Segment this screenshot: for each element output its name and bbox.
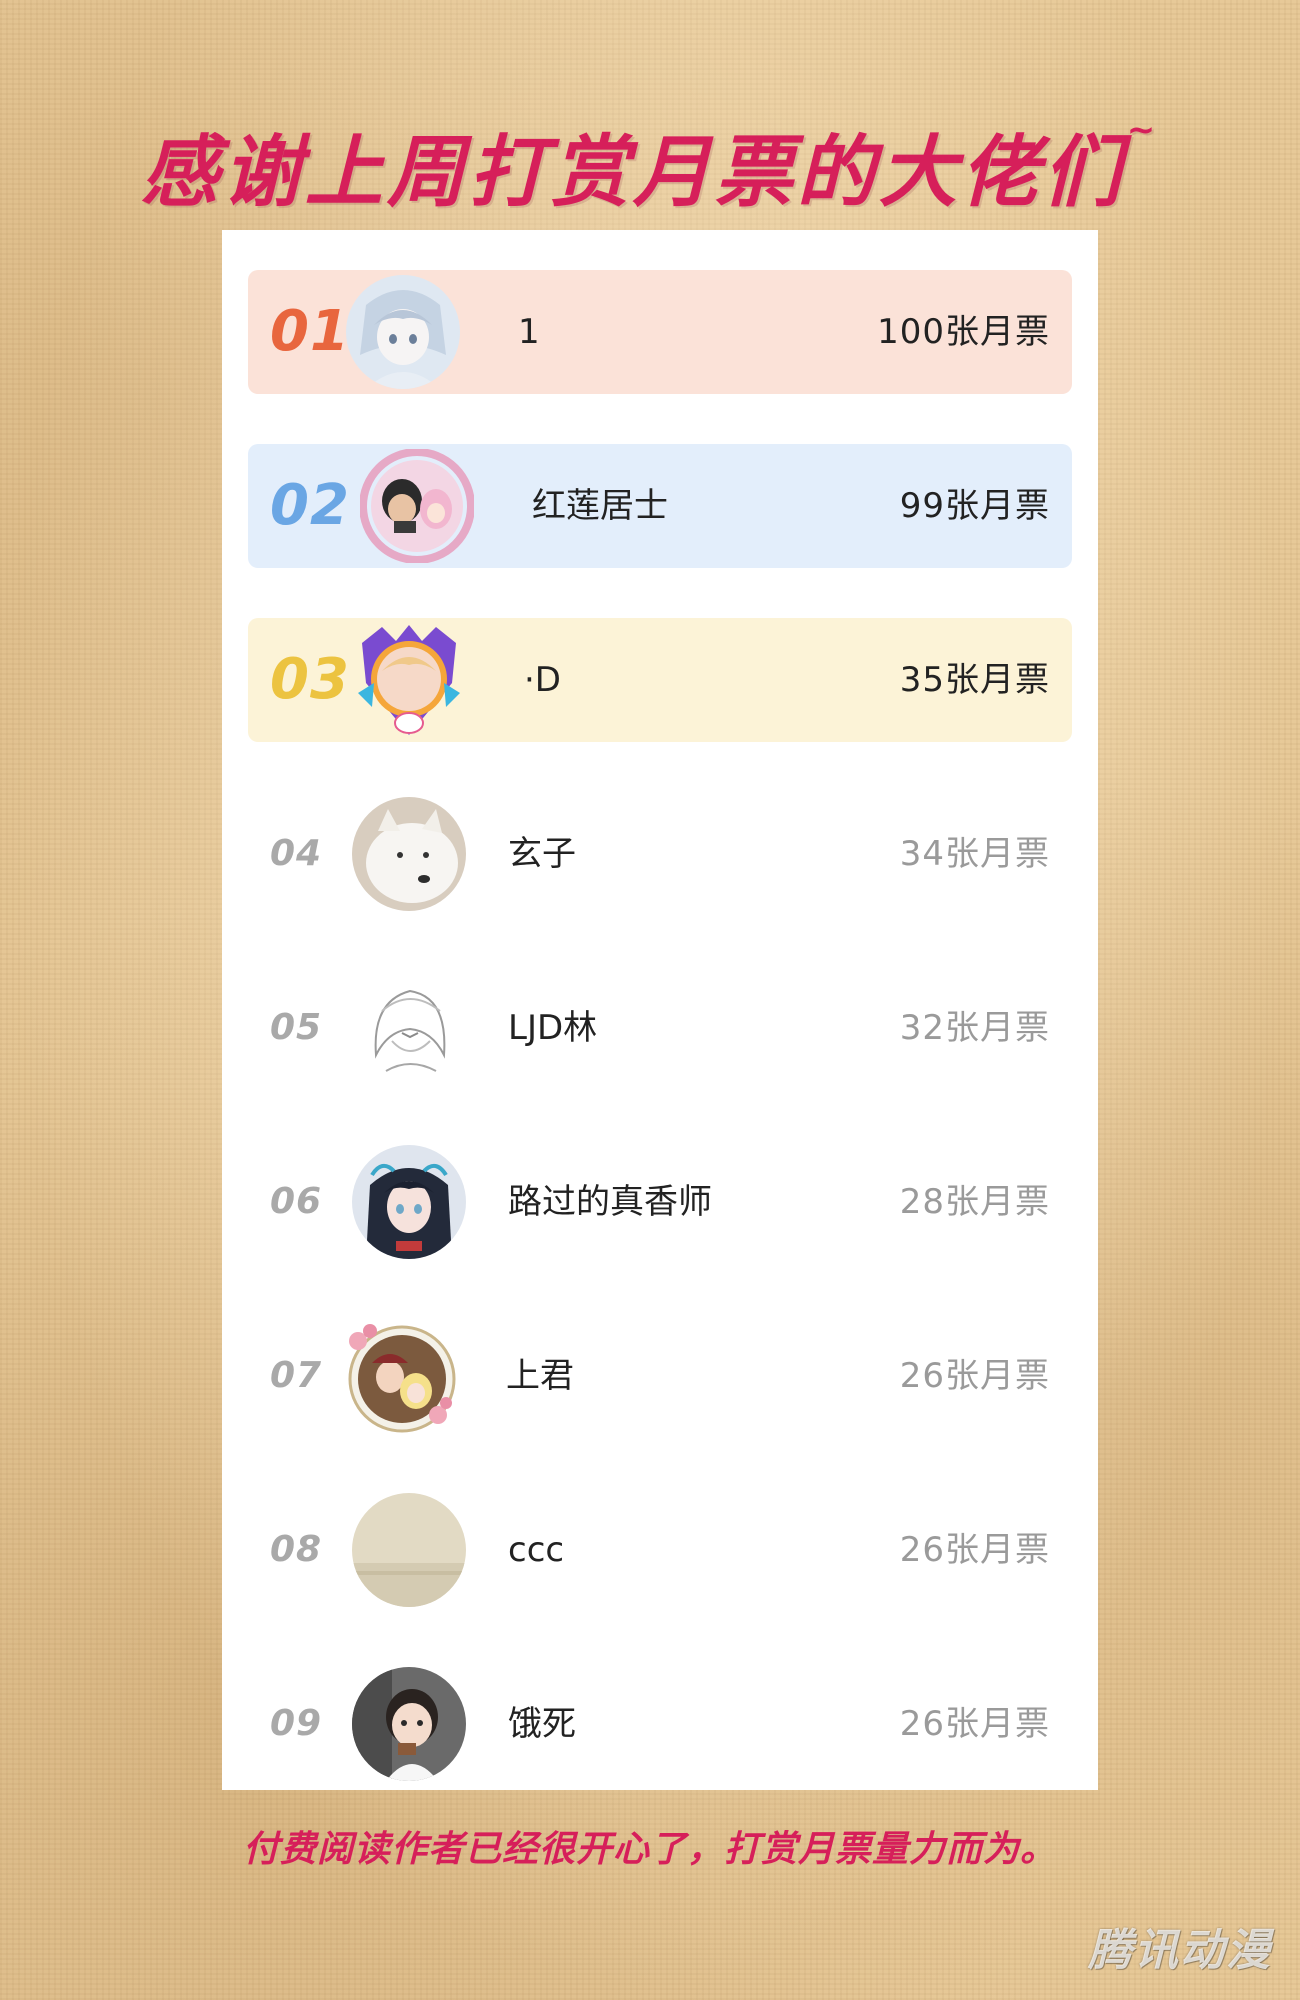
- username: 玄子: [508, 834, 576, 874]
- username: 上君: [506, 1356, 574, 1396]
- vote-count: 26张月票: [899, 1704, 1050, 1744]
- sketch-anime-avatar[interactable]: [352, 971, 466, 1085]
- username: 饿死: [508, 1704, 576, 1744]
- vote-count: 26张月票: [899, 1356, 1050, 1396]
- white-dog-avatar[interactable]: [352, 797, 466, 911]
- rank-number: 04: [270, 833, 323, 874]
- leaderboard-row[interactable]: 07 上君 26张月票: [248, 1314, 1072, 1438]
- vote-count: 100张月票: [877, 312, 1050, 352]
- couple-dragon-frame-avatar[interactable]: [360, 449, 474, 563]
- rank-number: 09: [270, 1703, 323, 1744]
- username: 红莲居士: [532, 486, 668, 526]
- title-tilde: ~: [1126, 110, 1160, 150]
- flower-frame-avatar[interactable]: [342, 1319, 456, 1433]
- rank-number: 07: [270, 1355, 323, 1396]
- leaderboard-row[interactable]: 04 玄子 34张月票: [248, 792, 1072, 916]
- purple-crest-frame-avatar[interactable]: [352, 623, 466, 737]
- page-title: 感谢上周打赏月票的大佬们~: [0, 110, 1300, 222]
- leaderboard-row[interactable]: 06 路过的真香师 28张月票: [248, 1140, 1072, 1264]
- rank-number: 06: [270, 1181, 323, 1222]
- title-text: 感谢上周打赏月票的大佬们: [140, 128, 1125, 218]
- watermark-logo: 腾讯动漫: [1088, 1925, 1272, 1976]
- vote-count: 35张月票: [899, 660, 1050, 700]
- vote-count: 32张月票: [899, 1008, 1050, 1048]
- beige-plain-avatar[interactable]: [352, 1493, 466, 1607]
- username: 1: [518, 312, 540, 352]
- rank-number: 08: [270, 1529, 323, 1570]
- leaderboard-row[interactable]: 02 红莲居士 99张月票: [248, 444, 1072, 568]
- leaderboard-card: 01 1 100张月票 02 红莲居士 99张月票 03 ·D 35张月票 04…: [222, 230, 1098, 1790]
- rank-number: 01: [270, 299, 350, 364]
- leaderboard-row[interactable]: 05 LJD林 32张月票: [248, 966, 1072, 1090]
- username: ·D: [524, 660, 561, 700]
- rank-number: 05: [270, 1007, 323, 1048]
- vote-count: 99张月票: [899, 486, 1050, 526]
- vote-count: 34张月票: [899, 834, 1050, 874]
- anime-girl-avatar[interactable]: [346, 275, 460, 389]
- leaderboard-row[interactable]: 08 ccc 26张月票: [248, 1488, 1072, 1612]
- dark-hair-anime-avatar[interactable]: [352, 1145, 466, 1259]
- username: 路过的真香师: [508, 1182, 712, 1222]
- footer-note: 付费阅读作者已经很开心了，打赏月票量力而为。: [242, 1829, 1057, 1870]
- username: LJD林: [508, 1008, 598, 1048]
- child-photo-avatar[interactable]: [352, 1667, 466, 1781]
- leaderboard-row[interactable]: 09 饿死 26张月票: [248, 1662, 1072, 1786]
- vote-count: 26张月票: [899, 1530, 1050, 1570]
- username: ccc: [508, 1530, 565, 1570]
- rank-number: 02: [270, 473, 350, 538]
- vote-count: 28张月票: [899, 1182, 1050, 1222]
- rank-number: 03: [270, 647, 350, 712]
- leaderboard-row[interactable]: 01 1 100张月票: [248, 270, 1072, 394]
- leaderboard-row[interactable]: 03 ·D 35张月票: [248, 618, 1072, 742]
